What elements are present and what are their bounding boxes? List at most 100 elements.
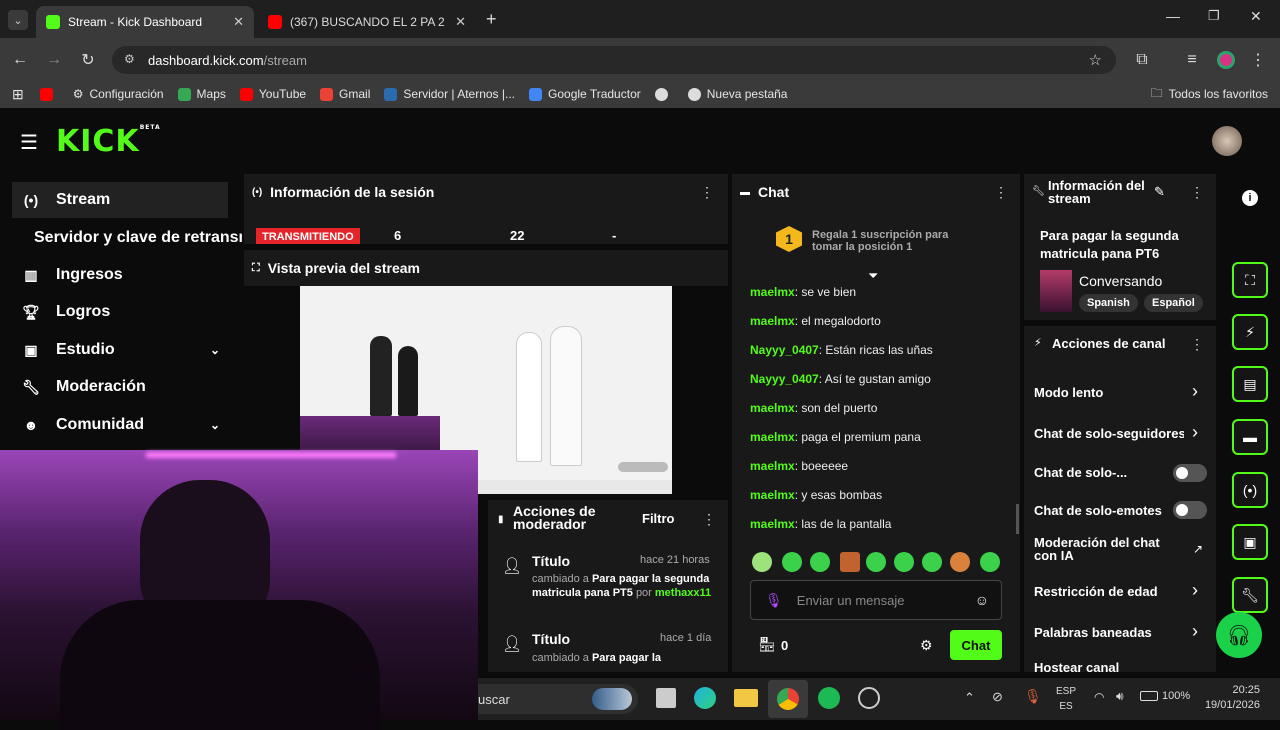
chevron-up-icon[interactable]: ⌃ [964, 690, 975, 706]
store-icon[interactable]: 🏪︎ [758, 636, 776, 653]
media-control-icon[interactable]: ≡ [1180, 48, 1204, 72]
chevron-right-icon[interactable]: › [1192, 621, 1198, 642]
more-options-icon[interactable]: ⋮ [700, 184, 714, 201]
bookmark-new-tab[interactable]: Nueva pestaña [687, 87, 787, 101]
emote-icon[interactable] [840, 552, 860, 572]
hamburger-icon[interactable]: ☰ [20, 130, 38, 155]
task-view-icon[interactable] [656, 688, 676, 708]
chat-message[interactable]: maelmx: y esas bombas [750, 488, 882, 502]
rail-preview-button[interactable]: ⛶ [1232, 262, 1268, 298]
emotes-only-toggle[interactable] [1173, 501, 1207, 519]
rail-broadcast-button[interactable]: (•) [1232, 472, 1268, 508]
chat-scrollbar[interactable] [1016, 504, 1019, 534]
taskbar-search[interactable]: uscar [478, 684, 638, 714]
info-icon[interactable]: i [1242, 190, 1258, 206]
chevron-right-icon[interactable]: › [1192, 580, 1198, 601]
tab-search-icon[interactable]: ⌄ [8, 10, 28, 30]
external-link-icon[interactable]: ↗ [1193, 542, 1203, 556]
wifi-icon[interactable]: ◠ [1094, 690, 1104, 704]
chat-message[interactable]: maelmx: boeeeee [750, 459, 848, 473]
emote-icon[interactable] [782, 552, 802, 572]
tag-chip[interactable]: Español [1144, 294, 1203, 312]
language-indicator[interactable]: ESP ES [1056, 684, 1076, 714]
action-followers-only[interactable]: Chat de solo-seguidores [1034, 426, 1184, 441]
more-options-icon[interactable]: ⋮ [1190, 336, 1204, 353]
emote-icon[interactable] [950, 552, 970, 572]
rail-lightning-button[interactable]: ⚡︎ [1232, 314, 1268, 350]
sidebar-item-comunidad[interactable]: ☻ Comunidad ⌄ [12, 407, 228, 443]
more-options-icon[interactable]: ⋮ [1190, 184, 1204, 201]
action-age-restriction[interactable]: Restricción de edad [1034, 584, 1158, 599]
clock[interactable]: 20:25 19/01/2026 [1198, 683, 1260, 713]
filter-button[interactable]: Filtro [642, 511, 675, 526]
camera-off-icon[interactable]: ⊘ [992, 689, 1003, 705]
extensions-icon[interactable]: ⧉ [1130, 48, 1154, 72]
chat-message[interactable]: Nayyy_0407: Están ricas las uñas [750, 343, 933, 357]
sub-gift-text[interactable]: Regala 1 suscripción para tomar la posic… [812, 229, 962, 253]
action-subs-only[interactable]: Chat de solo-... [1034, 465, 1127, 480]
rail-studio-button[interactable]: ▣ [1232, 524, 1268, 560]
rail-chat-button[interactable]: ▬ [1232, 419, 1268, 455]
chat-settings-icon[interactable]: ⚙ [920, 637, 933, 654]
emoji-icon[interactable]: ☺ [975, 592, 989, 608]
emote-icon[interactable] [752, 552, 772, 572]
bookmark-youtube[interactable]: YouTube [239, 87, 306, 101]
sidebar-item-estudio[interactable]: ▣ Estudio ⌄ [12, 332, 228, 368]
close-tab-icon[interactable]: ✕ [455, 14, 466, 30]
sidebar-item-logros[interactable]: 🏆︎ Logros [12, 294, 228, 330]
bookmark-aternos[interactable]: Servidor | Aternos |... [384, 87, 515, 101]
back-icon[interactable]: ← [8, 48, 32, 72]
emote-icon[interactable] [980, 552, 1000, 572]
support-chat-button[interactable]: 🎧︎ [1216, 612, 1262, 658]
bookmark-globe[interactable] [654, 87, 674, 101]
video-controls[interactable] [618, 462, 668, 472]
rail-document-button[interactable]: ▤ [1232, 366, 1268, 402]
chat-message[interactable]: maelmx: son del puerto [750, 401, 877, 415]
pin-arrow-icon[interactable]: ⏷ [868, 268, 878, 284]
bookmark-translate[interactable]: Google Traductor [529, 87, 641, 101]
chat-message[interactable]: maelmx: el megalodorto [750, 314, 881, 328]
menu-icon[interactable]: ⋮ [1246, 48, 1270, 72]
action-modo-lento[interactable]: Modo lento [1034, 385, 1103, 400]
microphone-icon[interactable]: 🎙︎ [1024, 688, 1042, 705]
all-favorites[interactable]: 🗀 Todos los favoritos [1151, 84, 1268, 105]
sidebar-item-moderacion[interactable]: 🔧︎ Moderación [12, 369, 228, 405]
close-tab-icon[interactable]: ✕ [233, 14, 244, 30]
emote-icon[interactable] [810, 552, 830, 572]
action-ai-moderation[interactable]: Moderación del chat con IA [1034, 536, 1174, 562]
action-emotes-only[interactable]: Chat de solo-emotes [1034, 503, 1162, 518]
file-explorer-icon[interactable] [734, 689, 758, 707]
chat-message[interactable]: maelmx: paga el premium pana [750, 430, 921, 444]
chat-message[interactable]: maelmx: se ve bien [750, 285, 856, 299]
battery-icon[interactable] [1140, 691, 1158, 701]
chat-input[interactable]: 🎙︎ Enviar un mensaje ☺ [750, 580, 1002, 620]
bookmark-maps[interactable]: Maps [177, 87, 226, 101]
volume-icon[interactable]: 🔊︎ [1116, 689, 1124, 704]
chevron-right-icon[interactable]: › [1192, 422, 1198, 443]
chrome-icon[interactable] [768, 680, 808, 718]
action-host-channel[interactable]: Hostear canal [1034, 660, 1119, 675]
tab-youtube[interactable]: (367) BUSCANDO EL 2 PA 2 PER ✕ [258, 6, 476, 38]
edge-icon[interactable] [694, 687, 716, 709]
minimize-button[interactable]: — [1166, 8, 1180, 24]
sidebar-item-ingresos[interactable]: ▥ Ingresos [12, 257, 228, 293]
category-name[interactable]: Conversando [1079, 273, 1162, 289]
send-chat-button[interactable]: Chat [950, 630, 1002, 660]
preview-controls-bar[interactable] [478, 480, 672, 494]
emote-icon[interactable] [922, 552, 942, 572]
apps-icon[interactable]: ⊞ [12, 86, 24, 103]
edit-pencil-icon[interactable]: ✎ [1154, 184, 1165, 200]
emote-icon[interactable] [866, 552, 886, 572]
bookmark-star-icon[interactable]: ☆ [1089, 51, 1102, 69]
bookmark-gmail[interactable]: Gmail [320, 87, 370, 101]
close-window-button[interactable]: ✕ [1250, 8, 1262, 25]
action-banned-words[interactable]: Palabras baneadas [1034, 625, 1152, 640]
chat-message[interactable]: Nayyy_0407: Así te gustan amigo [750, 372, 931, 386]
reload-icon[interactable]: ↻ [76, 48, 100, 72]
chat-message[interactable]: maelmx: las de la pantalla [750, 517, 891, 531]
subs-only-toggle[interactable] [1173, 464, 1207, 482]
more-options-icon[interactable]: ⋮ [702, 511, 716, 528]
sidebar-item-stream-key[interactable]: Servidor y clave de retransm [26, 220, 242, 256]
sidebar-item-stream[interactable]: (•) Stream [12, 182, 228, 218]
site-info-icon[interactable]: ⚙ [124, 52, 135, 66]
